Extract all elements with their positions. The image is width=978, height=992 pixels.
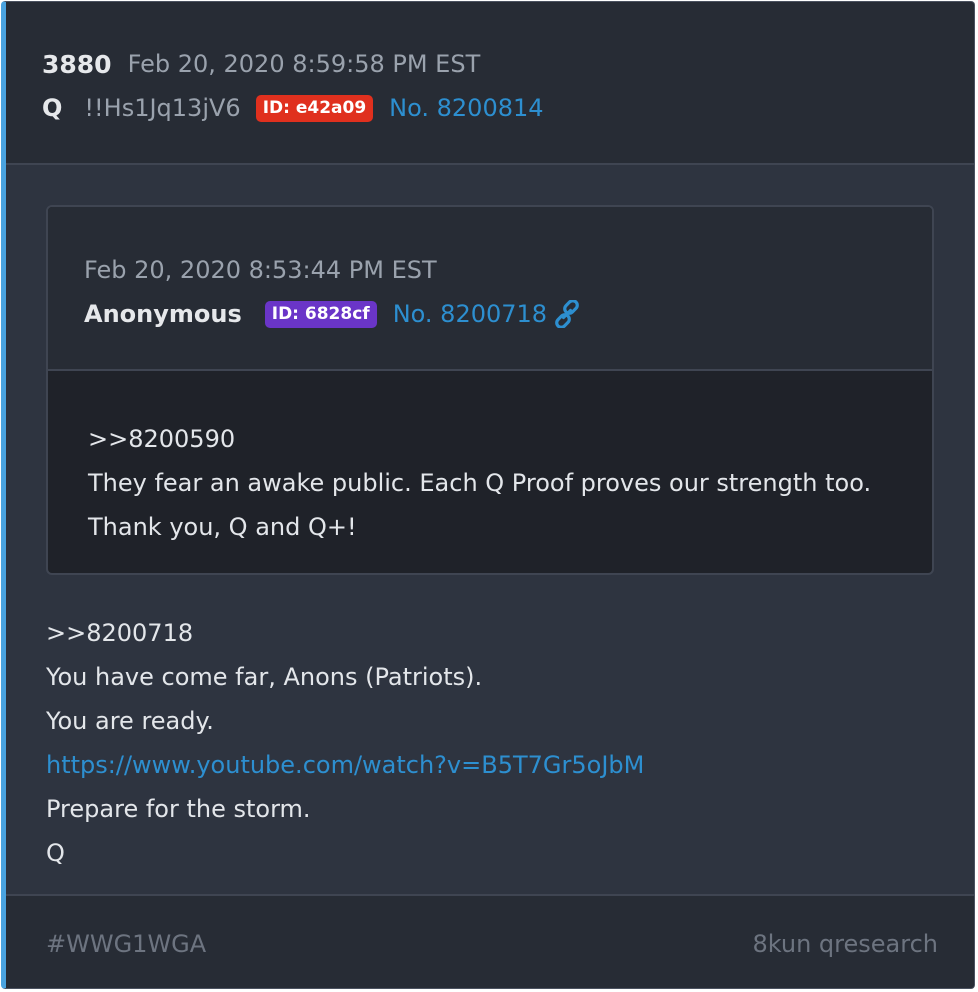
quoted-author-row: Anonymous ID: 6828cf No. 8200718 bbox=[84, 296, 581, 332]
chain-link-icon[interactable] bbox=[553, 299, 581, 329]
quoted-post-body: >>8200590 They fear an awake public. Eac… bbox=[88, 417, 912, 549]
quoted-meta-row: Feb 20, 2020 8:53:44 PM EST bbox=[84, 252, 437, 288]
post-timestamp: Feb 20, 2020 8:59:58 PM EST bbox=[127, 50, 481, 78]
post-card: 3880 Feb 20, 2020 8:59:58 PM EST Q !!Hs1… bbox=[1, 1, 975, 989]
post-number-link[interactable]: No. 8200814 bbox=[389, 94, 543, 122]
body-text-line: You are ready. bbox=[46, 707, 214, 735]
quoted-number-link[interactable]: No. 8200718 bbox=[393, 300, 547, 328]
youtube-link[interactable]: https://www.youtube.com/watch?v=B5T7Gr5o… bbox=[46, 743, 954, 787]
quoted-text-line: They fear an awake public. Each Q Proof … bbox=[88, 469, 872, 497]
post-footer: #WWG1WGA 8kun qresearch bbox=[6, 894, 974, 988]
post-tripcode: !!Hs1Jq13jV6 bbox=[84, 94, 241, 122]
post-author-row: Q !!Hs1Jq13jV6 ID: e42a09 No. 8200814 bbox=[42, 90, 544, 126]
quoted-reply-ref[interactable]: >>8200590 bbox=[88, 417, 912, 461]
quoted-author: Anonymous bbox=[84, 300, 242, 328]
quoted-id-badge: ID: 6828cf bbox=[264, 300, 377, 328]
post-number: 3880 bbox=[42, 49, 112, 79]
quoted-post: Feb 20, 2020 8:53:44 PM EST Anonymous ID… bbox=[46, 205, 934, 575]
post-body: >>8200718 You have come far, Anons (Patr… bbox=[46, 611, 954, 875]
quoted-post-header: Feb 20, 2020 8:53:44 PM EST Anonymous ID… bbox=[48, 207, 932, 371]
reply-ref[interactable]: >>8200718 bbox=[46, 611, 954, 655]
hashtag-label: #WWG1WGA bbox=[46, 930, 207, 958]
source-label: 8kun qresearch bbox=[752, 930, 938, 958]
quoted-timestamp: Feb 20, 2020 8:53:44 PM EST bbox=[84, 256, 437, 284]
body-signature: Q bbox=[46, 839, 65, 867]
post-id-badge: ID: e42a09 bbox=[255, 94, 374, 122]
quoted-text-line: Thank you, Q and Q+! bbox=[88, 513, 357, 541]
post-header: 3880 Feb 20, 2020 8:59:58 PM EST Q !!Hs1… bbox=[6, 2, 974, 165]
post-author: Q bbox=[42, 94, 63, 122]
body-text-line: Prepare for the storm. bbox=[46, 795, 311, 823]
body-text-line: You have come far, Anons (Patriots). bbox=[46, 663, 483, 691]
post-meta-row: 3880 Feb 20, 2020 8:59:58 PM EST bbox=[42, 46, 480, 82]
